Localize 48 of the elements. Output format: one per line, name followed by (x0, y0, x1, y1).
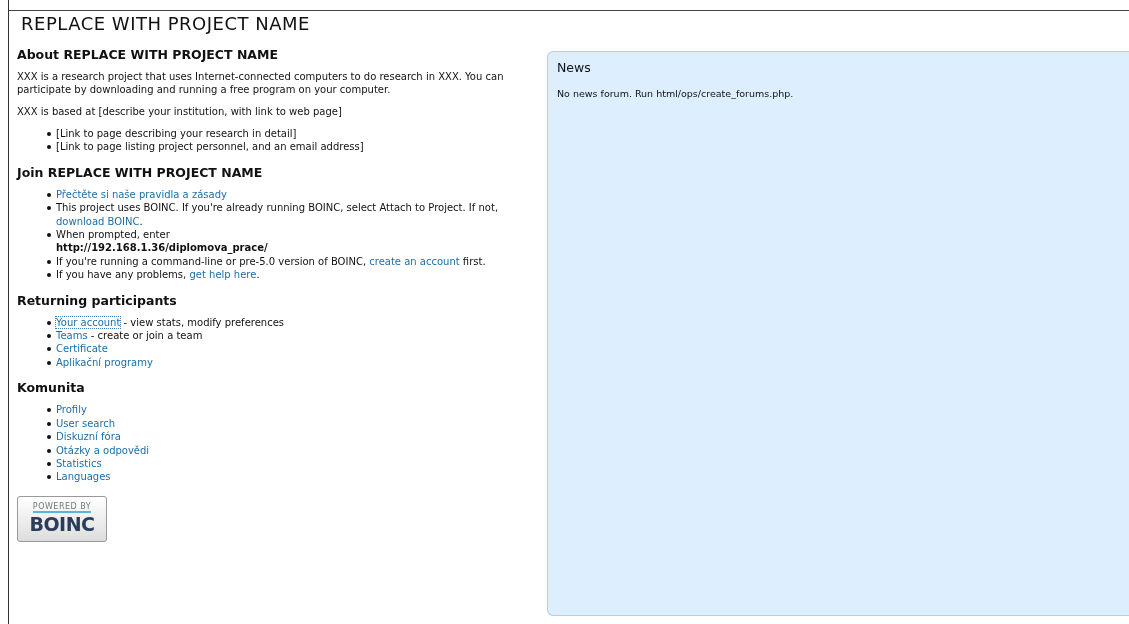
list-item-text: This project uses BOINC. If you're already running BOINC, select Attach to Project. If not, download BOINC. (56, 202, 499, 227)
bullet-icon (47, 259, 51, 264)
link[interactable]: download BOINC (56, 215, 140, 227)
link[interactable]: Přečtěte si naše pravidla a zásady (56, 187, 227, 202)
link[interactable]: User search (56, 416, 116, 431)
list-item-text: Teams - create or join a team (56, 330, 203, 342)
bullet-icon (47, 347, 51, 352)
link[interactable]: Aplikační programy (56, 355, 153, 370)
link[interactable]: Your account (56, 316, 121, 328)
bullet-icon (47, 461, 51, 466)
list-item-text: If you have any problems, get help here. (56, 269, 260, 281)
page-title: REPLACE WITH PROJECT NAME (20, 12, 311, 36)
bullet-icon (47, 145, 51, 150)
bullet-icon (47, 408, 51, 413)
link[interactable]: Profily (56, 403, 87, 417)
link[interactable]: Certificate (56, 342, 108, 356)
bullet-icon (47, 421, 51, 426)
news-text: No news forum. Run html/ops/create_forums.php. (557, 88, 795, 99)
news-heading: News (557, 60, 592, 75)
link[interactable]: Languages (56, 470, 111, 484)
bullet-icon (47, 273, 51, 278)
section-heading: About REPLACE WITH PROJECT NAME (17, 47, 279, 62)
bullet-icon (47, 320, 51, 325)
link[interactable]: Otázky a odpovědi (56, 443, 150, 457)
bullet-icon (47, 448, 51, 453)
bullet-icon (47, 334, 51, 339)
link[interactable]: create an account (369, 255, 460, 267)
link[interactable]: Statistics (56, 456, 102, 471)
section-heading: Returning participants (17, 292, 178, 308)
list-item-text: [Link to page listing project personnel, and an email address] (56, 141, 364, 153)
bullet-icon (47, 192, 51, 197)
bullet-icon (47, 435, 51, 440)
list-item-text: If you're running a command-line or pre-5.0 version of BOINC, create an account first. (56, 255, 486, 267)
section-heading: Komunita (17, 380, 86, 396)
paragraph: XXX is based at [describe your institution, with link to web page] (17, 105, 343, 118)
bullet-icon (47, 475, 51, 480)
link[interactable]: Diskuzní fóra (56, 430, 121, 444)
list-item-text: Your account - view stats, modify preferences (56, 316, 285, 328)
link[interactable]: Teams (56, 330, 88, 342)
bullet-icon (47, 206, 51, 211)
list-item-text: When prompted, enter http://192.168.1.36/diplomova_prace/ (56, 229, 269, 255)
paragraph: XXX is a research project that uses Internet-connected computers to do research in XXX. You can participate by downloading and running a free program on your computer. (17, 70, 505, 96)
list-item-text: [Link to page describing your research in detail] (56, 128, 297, 139)
bullet-icon (47, 132, 51, 136)
section-heading: Join REPLACE WITH PROJECT NAME (17, 164, 264, 180)
bullet-icon (47, 233, 51, 238)
bullet-icon (47, 360, 51, 365)
powered-by-badge[interactable]: POWERED BY BOINC (17, 495, 107, 542)
